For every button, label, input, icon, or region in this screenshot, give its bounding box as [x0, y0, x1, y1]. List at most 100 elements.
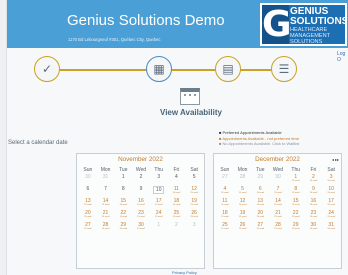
day-grid: 27 28 29 30 1 15 avail 2 15 avail 3 15 avail 4 15 a…	[216, 174, 340, 234]
calendar-day[interactable]: 12 15 avail	[234, 198, 252, 210]
company-logo[interactable]: G GENIUS SOLUTIONS HEALTHCARE MANAGEMENT…	[260, 3, 347, 46]
calendar-day[interactable]: 15 15 avail	[287, 198, 305, 210]
calendar-day[interactable]: 20 15 avail	[79, 210, 97, 222]
calendar-day[interactable]: 29 15 avail	[114, 222, 132, 234]
calendar-day[interactable]: 1	[114, 174, 132, 186]
calendar-day[interactable]: 18 15 avail	[216, 210, 234, 222]
calendar-day[interactable]: 13 15 avail	[251, 198, 269, 210]
calendar-day[interactable]: 19 15 avail	[234, 210, 252, 222]
section-title: View Availability	[160, 108, 222, 117]
calendar-day[interactable]: 21 15 avail	[269, 210, 287, 222]
availability-count: 15 avail	[221, 204, 229, 206]
month-label: November 2022	[118, 156, 163, 163]
calendar-day[interactable]: 22 15 avail	[287, 210, 305, 222]
calendar-day[interactable]: 28 15 avail	[269, 222, 287, 234]
calendar-day[interactable]: 3 15 avail	[322, 174, 340, 186]
day-number: 7	[104, 186, 107, 192]
availability-count: 15 avail	[154, 204, 163, 206]
calendar-day[interactable]: 9 15 avail	[305, 186, 323, 198]
calendar-day[interactable]: 25 15 avail	[216, 222, 234, 234]
availability-count: 15 avail	[221, 192, 229, 194]
day-number: 10	[153, 186, 165, 194]
calendar-day[interactable]: 5	[185, 174, 203, 186]
calendar-day[interactable]: 17 15 avail	[322, 198, 340, 210]
calendar-day[interactable]: 17 15 avail	[150, 198, 168, 210]
calendar-day[interactable]: 23 15 avail	[305, 210, 323, 222]
calendar-day[interactable]: 6 15 avail	[251, 186, 269, 198]
calendar-day[interactable]: 18 15 avail	[168, 198, 186, 210]
next-month-button[interactable]: ◂ ▸▸	[332, 157, 339, 162]
calendar-day[interactable]: 10	[150, 186, 168, 198]
weekday-label: Tue	[119, 167, 128, 173]
step-3-form-icon[interactable]: ▤	[215, 56, 241, 82]
calendar-day[interactable]: 2	[132, 174, 150, 186]
calendar-day[interactable]: 28 15 avail	[97, 222, 115, 234]
availability-count: 15 avail	[154, 216, 163, 218]
calendar-day[interactable]: 4 15 avail	[216, 186, 234, 198]
brand-title: Genius Solutions Demo	[67, 12, 225, 29]
form-icon: ▤	[222, 62, 234, 76]
legend-text: No Appointments Available. Click to Wait…	[222, 141, 300, 146]
calendar-day[interactable]: 29 15 avail	[287, 222, 305, 234]
calendar-day[interactable]: 24 15 avail	[322, 210, 340, 222]
calendar-day[interactable]: 26 15 avail	[185, 210, 203, 222]
calendar-day: 31	[97, 174, 115, 186]
calendar-day[interactable]: 30 15 avail	[305, 222, 323, 234]
calendar-day[interactable]: 7	[97, 186, 115, 198]
calendar-day[interactable]: 23 15 avail	[132, 210, 150, 222]
calendar-day[interactable]: 31 15 avail	[322, 222, 340, 234]
calendar-day[interactable]: 3	[150, 174, 168, 186]
calendar-day[interactable]: 14 15 avail	[269, 198, 287, 210]
calendar-day[interactable]: 30 15 avail	[132, 222, 150, 234]
calendar-icon: ▦	[153, 62, 165, 76]
privacy-policy-link[interactable]: Privacy Policy	[172, 270, 197, 275]
day-number: 8	[121, 186, 125, 192]
calendar-day[interactable]: 8	[114, 186, 132, 198]
availability-count: 15 avail	[274, 192, 282, 194]
calendar-day[interactable]: 6	[79, 186, 97, 198]
calendar-day[interactable]: 11 15 avail	[216, 198, 234, 210]
availability-count: 15 avail	[327, 180, 335, 182]
availability-count: 15 avail	[291, 228, 300, 230]
step-2-calendar-icon[interactable]: ▦	[146, 56, 172, 82]
day-number: 1	[121, 174, 125, 180]
availability-count: 15 avail	[256, 192, 265, 194]
calendar-day[interactable]: 25 15 avail	[168, 210, 186, 222]
calendar-day[interactable]: 7 15 avail	[269, 186, 287, 198]
calendar-day[interactable]: 10 15 avail	[322, 186, 340, 198]
day-number: 28	[239, 174, 246, 180]
day-number: 31	[102, 174, 109, 180]
calendar-day[interactable]: 19 15 avail	[185, 198, 203, 210]
calendar-day[interactable]: 15 15 avail	[114, 198, 132, 210]
step-1-check-icon[interactable]: ✓	[34, 56, 60, 82]
calendar-day[interactable]: 26 15 avail	[234, 222, 252, 234]
calendar-day[interactable]: 9	[132, 186, 150, 198]
calendar-day[interactable]: 8 15 avail	[287, 186, 305, 198]
logout-link[interactable]: Log O	[337, 51, 348, 63]
calendar-day[interactable]: 4	[168, 174, 186, 186]
calendar-day[interactable]: 16 15 avail	[305, 198, 323, 210]
calendar-day[interactable]: 1 15 avail	[287, 174, 305, 186]
availability-count: 15 avail	[238, 192, 247, 194]
calendar-day[interactable]: 21 15 avail	[97, 210, 115, 222]
calendar-day[interactable]: 16 15 avail	[132, 198, 150, 210]
calendar-day[interactable]: 27 15 avail	[79, 222, 97, 234]
calendar-day[interactable]: 27 15 avail	[251, 222, 269, 234]
availability-count: 15 avail	[119, 228, 128, 230]
calendar-day[interactable]: 24 15 avail	[150, 210, 168, 222]
calendar-day[interactable]: 5 15 avail	[234, 186, 252, 198]
calendar-day[interactable]: 20 15 avail	[251, 210, 269, 222]
calendar-day[interactable]: 13 15 avail	[79, 198, 97, 210]
calendar-day[interactable]: 14 15 avail	[97, 198, 115, 210]
day-number: 2	[175, 222, 178, 228]
calendar-day[interactable]: 2 15 avail	[305, 174, 323, 186]
weekday-label: Thu	[154, 167, 164, 173]
legend-text: Preferred Appointments Available	[222, 130, 282, 135]
calendar-day[interactable]: 11 15 avail	[168, 186, 186, 198]
day-number: 2	[139, 174, 143, 180]
step-4-list-icon[interactable]: ☰	[271, 56, 297, 82]
header-banner: Genius Solutions Demo 1170 Bd Lebourgneu…	[7, 0, 348, 48]
availability-count: 15 avail	[137, 204, 145, 206]
calendar-day[interactable]: 12 15 avail	[185, 186, 203, 198]
calendar-day[interactable]: 22 15 avail	[114, 210, 132, 222]
